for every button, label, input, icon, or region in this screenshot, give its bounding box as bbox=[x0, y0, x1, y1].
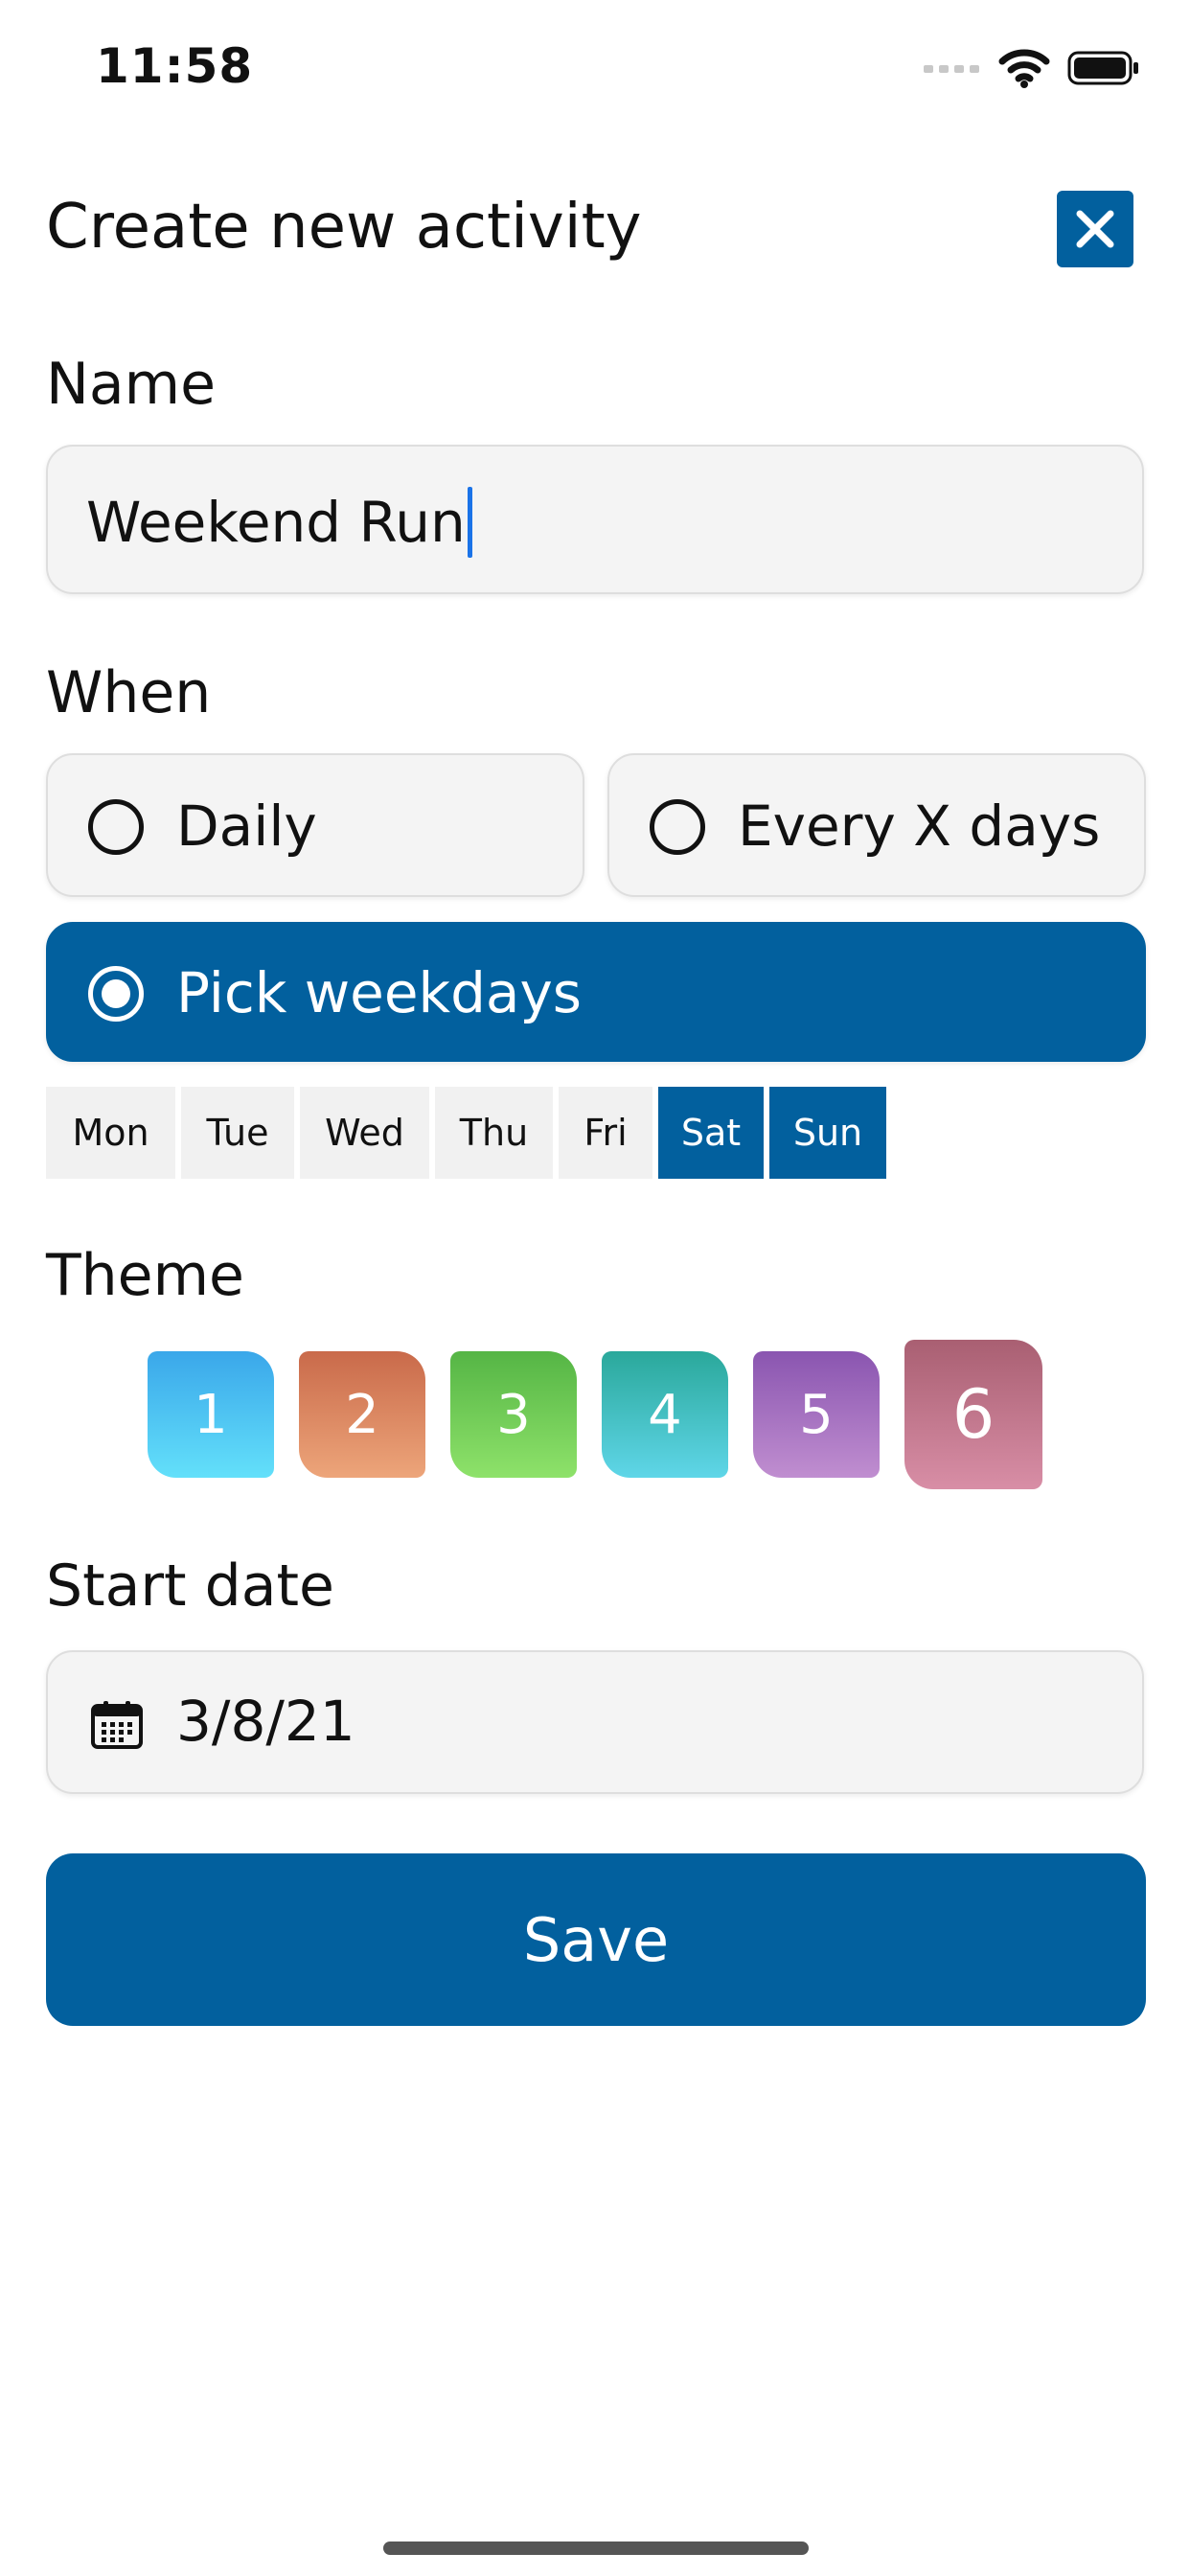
theme-option-1[interactable]: 1 bbox=[148, 1351, 274, 1478]
name-input-value: Weekend Run bbox=[86, 487, 472, 558]
weekday-picker: Mon Tue Wed Thu Fri Sat Sun bbox=[46, 1087, 886, 1179]
weekday-thu[interactable]: Thu bbox=[435, 1087, 553, 1179]
save-button[interactable]: Save bbox=[46, 1853, 1146, 2026]
wifi-icon bbox=[998, 49, 1050, 88]
theme-option-5[interactable]: 5 bbox=[753, 1351, 880, 1478]
battery-icon bbox=[1067, 51, 1138, 85]
close-icon bbox=[1076, 210, 1114, 248]
text-cursor bbox=[467, 487, 472, 558]
theme-picker: 1 2 3 4 5 6 bbox=[0, 1340, 1190, 1493]
start-date-label: Start date bbox=[46, 1552, 334, 1620]
theme-option-3[interactable]: 3 bbox=[450, 1351, 577, 1478]
option-pick-weekdays[interactable]: Pick weekdays bbox=[46, 922, 1146, 1062]
start-date-value: 3/8/21 bbox=[176, 1689, 355, 1754]
weekday-sun[interactable]: Sun bbox=[769, 1087, 886, 1179]
radio-unchecked-icon bbox=[88, 799, 144, 855]
option-daily-label: Daily bbox=[176, 794, 317, 859]
option-every-x-days[interactable]: Every X days bbox=[607, 753, 1146, 897]
option-pick-weekdays-label: Pick weekdays bbox=[176, 960, 583, 1025]
page-title: Create new activity bbox=[46, 192, 642, 263]
name-input-text: Weekend Run bbox=[86, 490, 466, 555]
weekday-fri[interactable]: Fri bbox=[559, 1087, 652, 1179]
weekday-sat[interactable]: Sat bbox=[658, 1087, 764, 1179]
radio-unchecked-icon bbox=[650, 799, 705, 855]
theme-option-4[interactable]: 4 bbox=[602, 1351, 728, 1478]
home-indicator[interactable] bbox=[383, 2542, 809, 2555]
option-every-x-days-label: Every X days bbox=[738, 794, 1101, 859]
status-icons bbox=[924, 44, 1140, 92]
theme-option-6[interactable]: 6 bbox=[904, 1340, 1042, 1489]
signal-icon bbox=[924, 65, 979, 73]
name-label: Name bbox=[46, 351, 217, 418]
status-time: 11:58 bbox=[96, 38, 254, 94]
theme-option-2[interactable]: 2 bbox=[299, 1351, 425, 1478]
option-daily[interactable]: Daily bbox=[46, 753, 584, 897]
when-label: When bbox=[46, 659, 212, 726]
start-date-field[interactable]: 3/8/21 bbox=[46, 1650, 1144, 1794]
weekday-wed[interactable]: Wed bbox=[300, 1087, 429, 1179]
weekday-mon[interactable]: Mon bbox=[46, 1087, 175, 1179]
close-button[interactable] bbox=[1057, 191, 1133, 267]
name-input[interactable]: Weekend Run bbox=[46, 445, 1144, 594]
calendar-icon bbox=[91, 1701, 143, 1749]
theme-label: Theme bbox=[46, 1242, 244, 1309]
radio-checked-icon bbox=[88, 966, 144, 1022]
weekday-tue[interactable]: Tue bbox=[181, 1087, 294, 1179]
